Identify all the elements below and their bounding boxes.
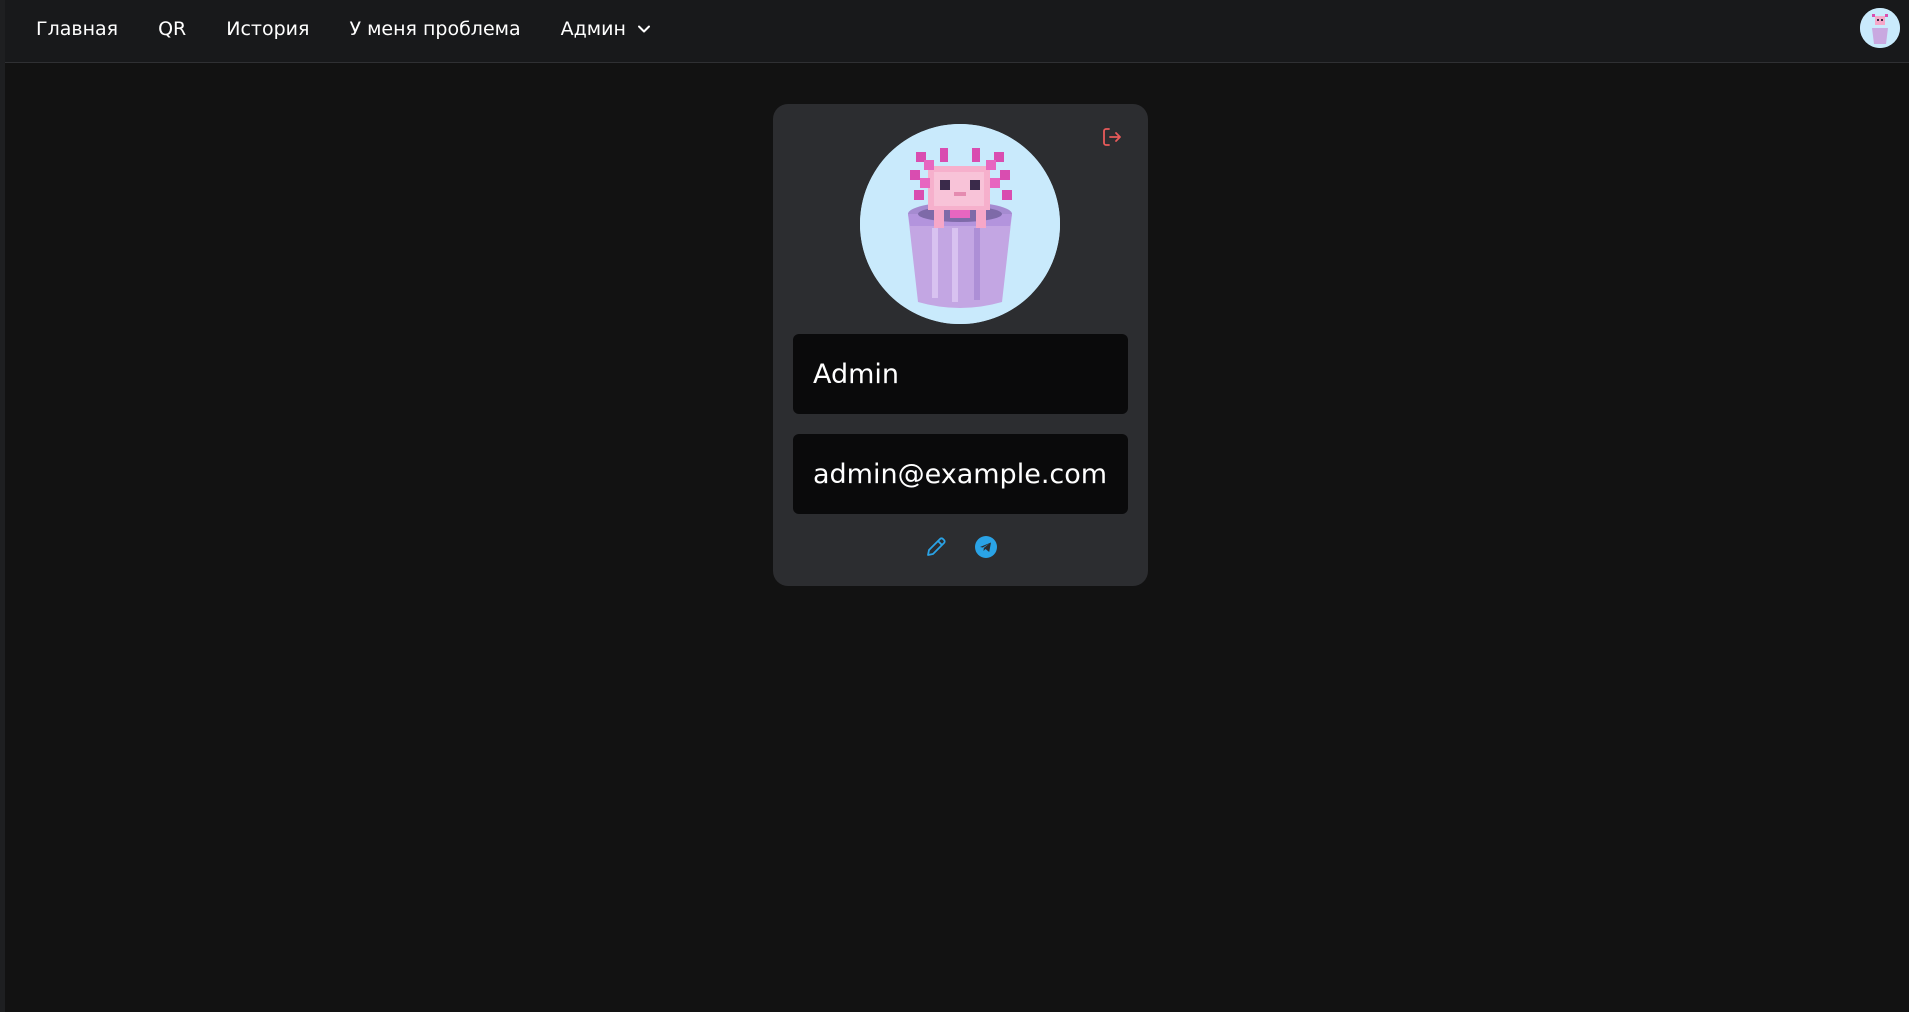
nav-item-home[interactable]: Главная (36, 18, 118, 40)
pencil-icon (926, 537, 946, 556)
edit-button[interactable] (923, 534, 949, 560)
nav-menu: Главная QR История У меня проблема Админ (36, 0, 652, 58)
profile-avatar[interactable] (860, 124, 1060, 324)
axolotl-bucket-avatar-icon (1860, 8, 1900, 48)
name-field[interactable] (793, 334, 1128, 414)
top-navbar: Главная QR История У меня проблема Админ (5, 0, 1909, 63)
telegram-icon (974, 536, 997, 558)
user-avatar[interactable] (1860, 8, 1900, 48)
logout-button[interactable] (1099, 124, 1125, 150)
email-field[interactable] (793, 434, 1128, 514)
nav-item-admin-dropdown[interactable]: Админ (561, 18, 652, 40)
chevron-down-icon (636, 21, 652, 37)
profile-actions (773, 532, 1148, 562)
nav-item-qr[interactable]: QR (158, 18, 186, 40)
axolotl-bucket-avatar-image (860, 124, 1060, 324)
nav-item-problem[interactable]: У меня проблема (349, 18, 520, 40)
nav-item-history[interactable]: История (226, 18, 309, 40)
profile-card (773, 104, 1148, 586)
nav-item-admin-label: Админ (560, 18, 626, 40)
logout-icon (1103, 128, 1121, 146)
telegram-button[interactable] (973, 534, 999, 560)
window-edge (0, 0, 5, 1012)
